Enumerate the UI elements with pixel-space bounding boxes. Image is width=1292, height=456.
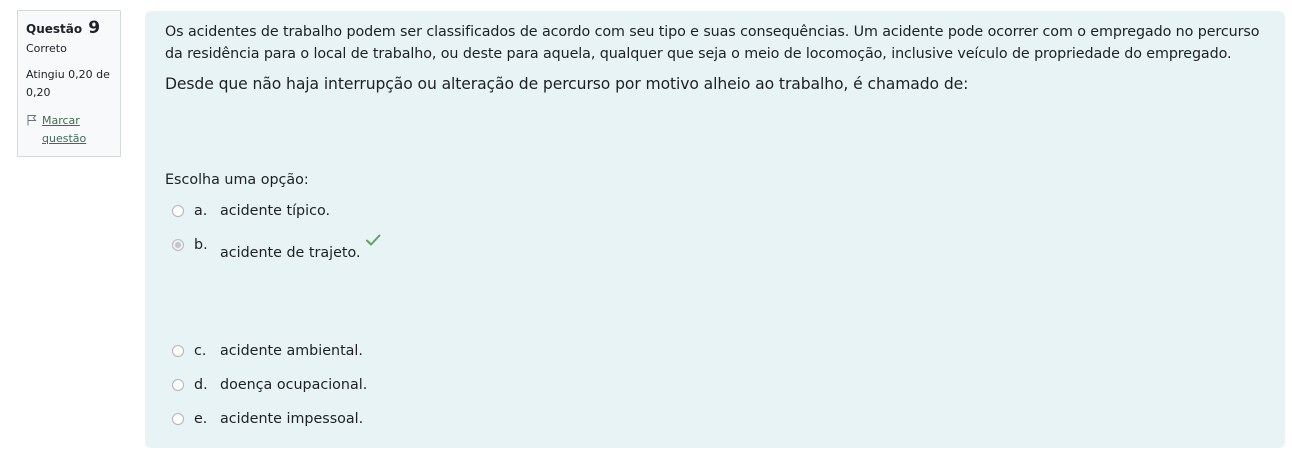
question-heading: Questão 9 <box>26 18 120 39</box>
flag-question-link[interactable]: Marcar questão <box>42 112 102 148</box>
option-text: acidente ambiental. <box>220 343 363 359</box>
option-letter: c. <box>194 343 207 359</box>
option-b[interactable]: b. acidente de trajeto. <box>172 234 381 263</box>
option-letter: a. <box>194 203 208 219</box>
option-a-radio[interactable] <box>172 205 184 217</box>
option-b-radio[interactable] <box>172 239 184 251</box>
option-text: acidente de trajeto. <box>220 245 361 261</box>
flag-icon <box>27 115 37 126</box>
answer-prompt: Escolha uma opção: <box>165 172 309 188</box>
question-state: Correto <box>26 42 67 55</box>
option-e-radio[interactable] <box>172 413 184 425</box>
check-icon <box>365 234 381 246</box>
option-text: doença ocupacional. <box>220 377 368 393</box>
option-e[interactable]: e. acidente impessoal. <box>172 409 363 429</box>
question-label: Questão <box>26 22 83 36</box>
option-text: acidente típico. <box>220 203 330 219</box>
question-text-2: Desde que não haja interrupção ou altera… <box>165 75 969 93</box>
question-info-panel: Questão 9 Correto Atingiu 0,20 de 0,20 M… <box>17 10 121 157</box>
option-d[interactable]: d. doença ocupacional. <box>172 375 367 395</box>
option-c[interactable]: c. acidente ambiental. <box>172 341 363 361</box>
option-d-radio[interactable] <box>172 379 184 391</box>
question-text: Os acidentes de trabalho podem ser class… <box>165 24 1260 62</box>
option-letter: b. <box>194 237 208 253</box>
option-text: acidente impessoal. <box>220 411 364 427</box>
flag-question[interactable]: Marcar questão <box>26 112 120 148</box>
question-content-panel: Os acidentes de trabalho podem ser class… <box>145 11 1285 448</box>
question-number: 9 <box>88 18 101 38</box>
option-letter: e. <box>194 411 208 427</box>
option-c-radio[interactable] <box>172 345 184 357</box>
question-grade: Atingiu 0,20 de 0,20 <box>26 68 110 99</box>
option-a[interactable]: a. acidente típico. <box>172 201 330 221</box>
option-letter: d. <box>194 377 208 393</box>
